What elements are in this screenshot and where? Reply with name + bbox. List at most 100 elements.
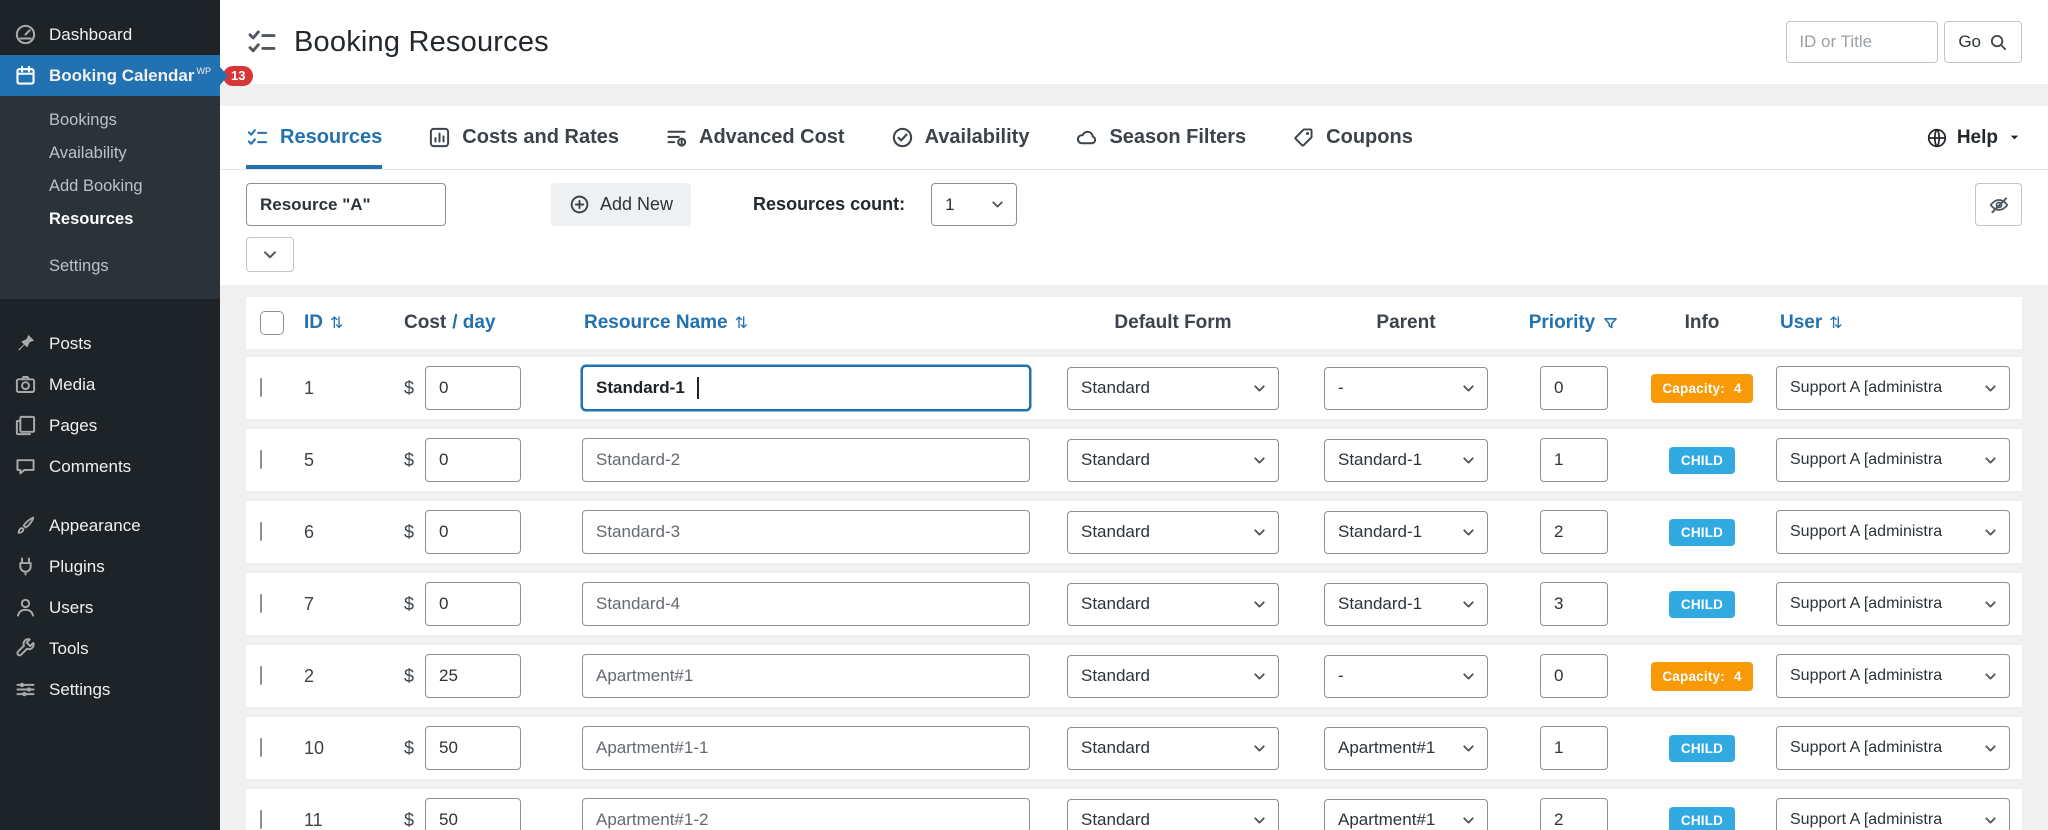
cost-input[interactable] <box>425 582 522 626</box>
resource-name-input[interactable] <box>582 798 1030 830</box>
tab-costs-and-rates[interactable]: Costs and Rates <box>428 106 619 169</box>
go-button[interactable]: Go <box>1944 21 2022 63</box>
user-select[interactable]: Support A [administra <box>1776 654 2010 698</box>
update-count-badge: 13 <box>222 65 254 86</box>
row-checkbox[interactable] <box>260 378 262 397</box>
sidebar-item-media[interactable]: Media <box>0 364 220 405</box>
user-select[interactable]: Support A [administra <box>1776 366 2010 410</box>
chevron-down-icon <box>1460 668 1477 685</box>
sidebar-item-booking-calendar[interactable]: Booking Calendar WP 13 <box>0 55 254 96</box>
priority-input[interactable] <box>1540 798 1608 830</box>
tab-coupons[interactable]: Coupons <box>1292 106 1413 169</box>
currency-symbol: $ <box>404 449 415 470</box>
cost-input[interactable] <box>425 510 522 554</box>
default-form-select[interactable]: Standard <box>1067 438 1279 482</box>
sidebar-subitem-availability[interactable]: Availability <box>0 137 220 170</box>
select-all-checkbox[interactable] <box>260 311 284 335</box>
column-header-id[interactable]: ID ⇅ <box>304 312 392 334</box>
row-checkbox[interactable] <box>260 594 262 613</box>
sidebar-item-pages[interactable]: Pages <box>0 405 220 446</box>
column-header-cost: Cost / day <box>404 312 496 334</box>
currency-symbol: $ <box>404 665 415 686</box>
priority-input[interactable] <box>1540 654 1608 698</box>
priority-input[interactable] <box>1540 726 1608 770</box>
user-select[interactable]: Support A [administra <box>1776 510 2010 554</box>
default-form-select[interactable]: Standard <box>1067 726 1279 770</box>
per-day-link[interactable]: / day <box>452 312 495 334</box>
tab-advanced-cost[interactable]: Advanced Cost <box>665 106 845 169</box>
cost-input[interactable] <box>425 366 522 410</box>
row-checkbox[interactable] <box>260 810 262 829</box>
check-circle-icon <box>891 126 914 149</box>
resource-name-input[interactable] <box>582 366 1030 410</box>
sidebar-subitem-settings[interactable]: Settings <box>0 250 220 283</box>
parent-select[interactable]: Apartment#1 <box>1324 726 1488 770</box>
priority-input[interactable] <box>1540 582 1608 626</box>
column-header-priority[interactable]: Priority <box>1520 312 1628 334</box>
default-form-select[interactable]: Standard <box>1067 366 1279 410</box>
resources-count-select[interactable]: 1 <box>931 183 1018 226</box>
parent-select[interactable]: Standard-1 <box>1324 582 1488 626</box>
help-menu[interactable]: Help <box>1926 106 2022 169</box>
default-form-select[interactable]: Standard <box>1067 582 1279 626</box>
priority-input[interactable] <box>1540 366 1608 410</box>
column-header-resource-name[interactable]: Resource Name ⇅ <box>562 312 1054 334</box>
row-checkbox[interactable] <box>260 666 262 685</box>
expand-button[interactable] <box>246 237 294 272</box>
parent-select[interactable]: - <box>1324 366 1488 410</box>
sidebar-subitem-bookings[interactable]: Bookings <box>0 104 220 137</box>
row-id: 2 <box>304 665 315 686</box>
default-form-select[interactable]: Standard <box>1067 798 1279 830</box>
table-header-row: ID ⇅ Cost / day Resource Name ⇅ Default … <box>246 297 2022 349</box>
sidebar-item-users[interactable]: Users <box>0 587 220 628</box>
add-new-button[interactable]: Add New <box>551 183 692 226</box>
user-select[interactable]: Support A [administra <box>1776 582 2010 626</box>
sidebar-subitem-resources[interactable]: Resources <box>0 203 220 236</box>
sidebar-item-label: Dashboard <box>49 24 133 44</box>
default-form-select[interactable]: Standard <box>1067 510 1279 554</box>
resource-name-input[interactable] <box>582 438 1030 482</box>
row-checkbox[interactable] <box>260 738 262 757</box>
priority-input[interactable] <box>1540 510 1608 554</box>
resource-name-input[interactable] <box>582 726 1030 770</box>
cost-input[interactable] <box>425 798 522 830</box>
chevron-down-icon <box>1460 812 1477 829</box>
parent-select[interactable]: Standard-1 <box>1324 438 1488 482</box>
user-select[interactable]: Support A [administra <box>1776 726 2010 770</box>
column-header-user[interactable]: User ⇅ <box>1776 312 2022 334</box>
main-content: Booking Resources Go Resources Costs and… <box>220 0 2048 830</box>
cost-input[interactable] <box>425 654 522 698</box>
row-checkbox[interactable] <box>260 450 262 469</box>
parent-select[interactable]: Standard-1 <box>1324 510 1488 554</box>
cost-input[interactable] <box>425 438 522 482</box>
user-select[interactable]: Support A [administra <box>1776 798 2010 830</box>
tab-resources[interactable]: Resources <box>246 106 383 169</box>
resource-name-input[interactable] <box>582 582 1030 626</box>
parent-select[interactable]: - <box>1324 654 1488 698</box>
chevron-down-icon <box>1982 452 1999 469</box>
resource-name-input[interactable] <box>582 654 1030 698</box>
default-form-select[interactable]: Standard <box>1067 654 1279 698</box>
sidebar-item-settings[interactable]: Settings <box>0 669 220 710</box>
sidebar-item-dashboard[interactable]: Dashboard <box>0 14 220 55</box>
user-select[interactable]: Support A [administra <box>1776 438 2010 482</box>
sidebar-item-plugins[interactable]: Plugins <box>0 546 220 587</box>
row-checkbox[interactable] <box>260 522 262 541</box>
search-input[interactable] <box>1786 21 1939 63</box>
user-icon <box>14 596 37 619</box>
tab-availability[interactable]: Availability <box>891 106 1029 169</box>
sidebar-subitem-add-booking[interactable]: Add Booking <box>0 170 220 203</box>
sidebar-item-posts[interactable]: Posts <box>0 323 220 364</box>
parent-select[interactable]: Apartment#1 <box>1324 798 1488 830</box>
sidebar-item-appearance[interactable]: Appearance <box>0 505 220 546</box>
toggle-visibility-button[interactable] <box>1975 183 2022 226</box>
sidebar-item-tools[interactable]: Tools <box>0 628 220 669</box>
resource-name-input[interactable] <box>582 510 1030 554</box>
cost-input[interactable] <box>425 726 522 770</box>
priority-input[interactable] <box>1540 438 1608 482</box>
resource-filter-input[interactable] <box>246 183 446 226</box>
resources-toolbar-panel: Add New Resources count: 1 <box>220 170 2048 285</box>
tab-season-filters[interactable]: Season Filters <box>1075 106 1246 169</box>
sidebar-item-comments[interactable]: Comments <box>0 446 220 487</box>
resource-row: 6 $ Standard Standard-1 <box>246 501 2022 563</box>
